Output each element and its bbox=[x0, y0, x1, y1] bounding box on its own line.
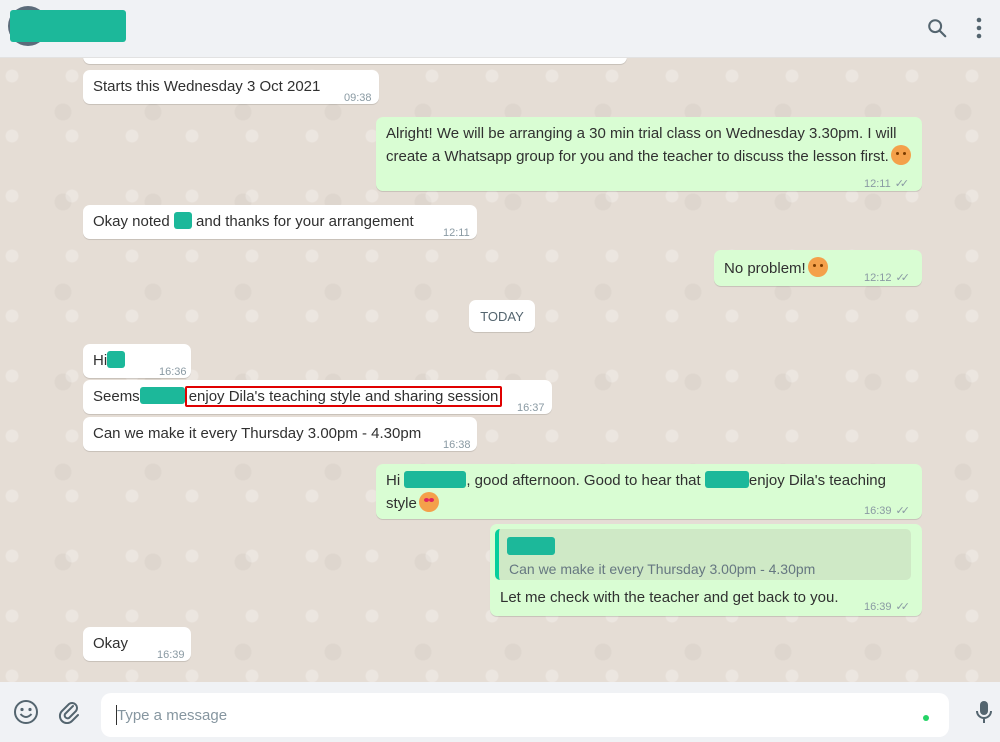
message-incoming: Can we make it every Thursday 3.00pm - 4… bbox=[83, 417, 477, 451]
status-dot-icon bbox=[923, 715, 929, 721]
message-text: enjoy Dila's teaching bbox=[748, 472, 886, 489]
message-time: 12:11 bbox=[443, 227, 470, 239]
heart-eyes-emoji-icon bbox=[418, 492, 439, 512]
message-time: 16:39 bbox=[864, 505, 892, 517]
attach-icon[interactable] bbox=[55, 698, 83, 726]
menu-icon[interactable] bbox=[966, 15, 992, 41]
compose-bar bbox=[0, 682, 1000, 742]
chat-header bbox=[0, 0, 1000, 58]
message-text: Starts this Wednesday 3 Oct 2021 bbox=[93, 78, 321, 95]
emoji-icon bbox=[807, 257, 828, 277]
text-caret bbox=[116, 705, 117, 725]
message-time: 16:36 bbox=[159, 366, 187, 378]
read-ticks-icon: ✓✓ bbox=[895, 505, 911, 517]
message-text: Hi bbox=[93, 352, 108, 369]
date-chip: TODAY bbox=[469, 300, 535, 332]
message-text: and thanks for your arrangement bbox=[191, 213, 414, 230]
message-incoming: Okay 16:39 bbox=[83, 627, 191, 661]
emoji-icon[interactable] bbox=[12, 698, 40, 726]
message-outgoing-reply: Can we make it every Thursday 3.00pm - 4… bbox=[490, 524, 922, 616]
message-outgoing: Alright! We will be arranging a 30 min t… bbox=[376, 117, 922, 191]
message-text: Can we make it every Thursday 3.00pm - 4… bbox=[93, 425, 422, 442]
message-text: Seems bbox=[93, 388, 140, 405]
highlighted-text: enjoy Dila's teaching style and sharing … bbox=[184, 386, 503, 407]
message-time: 16:39 bbox=[864, 601, 892, 613]
redacted-name bbox=[173, 212, 192, 229]
message-text-line1: Alright! We will be arranging a 30 min t… bbox=[386, 125, 897, 142]
message-text-line2: style bbox=[386, 495, 417, 512]
message-time: 16:39 bbox=[157, 649, 185, 661]
chat-area[interactable]: Starts this Wednesday 3 Oct 2021 09:38 A… bbox=[0, 58, 1000, 682]
quoted-message[interactable]: Can we make it every Thursday 3.00pm - 4… bbox=[495, 529, 911, 580]
message-time: 12:12 bbox=[864, 272, 892, 284]
quoted-author-redacted bbox=[507, 537, 555, 555]
emoji-icon bbox=[890, 145, 911, 165]
message-text: , good afternoon. Good to hear that bbox=[466, 472, 701, 489]
message-incoming: Seems enjoy Dila's teaching style and sha… bbox=[83, 380, 552, 414]
message-time: 16:37 bbox=[517, 402, 545, 414]
mic-icon[interactable] bbox=[970, 698, 998, 726]
redacted-name bbox=[107, 351, 126, 368]
message-outgoing: No problem! 12:12 ✓✓ bbox=[714, 250, 922, 286]
message-incoming: Hi 16:36 bbox=[83, 344, 191, 378]
message-incoming: Okay noted and thanks for your arrangeme… bbox=[83, 205, 477, 239]
read-ticks-icon: ✓✓ bbox=[894, 178, 910, 190]
message-text: Hi bbox=[386, 472, 401, 489]
message-text-line2: create a Whatsapp group for you and the … bbox=[386, 148, 889, 165]
redacted-name bbox=[704, 471, 749, 488]
message-text: Okay noted bbox=[93, 213, 170, 230]
redacted-name bbox=[404, 471, 467, 488]
message-time: 09:38 bbox=[344, 92, 372, 104]
message-incoming: Starts this Wednesday 3 Oct 2021 09:38 bbox=[83, 70, 379, 104]
message-outgoing: Hi , good afternoon. Good to hear that e… bbox=[376, 464, 922, 519]
message-text: No problem! bbox=[724, 260, 806, 277]
message-bubble-partial bbox=[83, 58, 627, 64]
message-time: 16:38 bbox=[443, 439, 471, 451]
message-text: Let me check with the teacher and get ba… bbox=[500, 589, 839, 606]
message-input[interactable] bbox=[101, 693, 949, 737]
read-ticks-icon: ✓✓ bbox=[895, 272, 911, 284]
quoted-text: Can we make it every Thursday 3.00pm - 4… bbox=[509, 561, 816, 577]
read-ticks-icon: ✓✓ bbox=[895, 601, 911, 613]
search-icon[interactable] bbox=[924, 15, 950, 41]
redacted-name bbox=[139, 387, 185, 404]
message-text: Okay bbox=[93, 635, 129, 652]
contact-name-redacted[interactable] bbox=[10, 10, 126, 42]
message-time: 12:11 bbox=[864, 178, 891, 190]
